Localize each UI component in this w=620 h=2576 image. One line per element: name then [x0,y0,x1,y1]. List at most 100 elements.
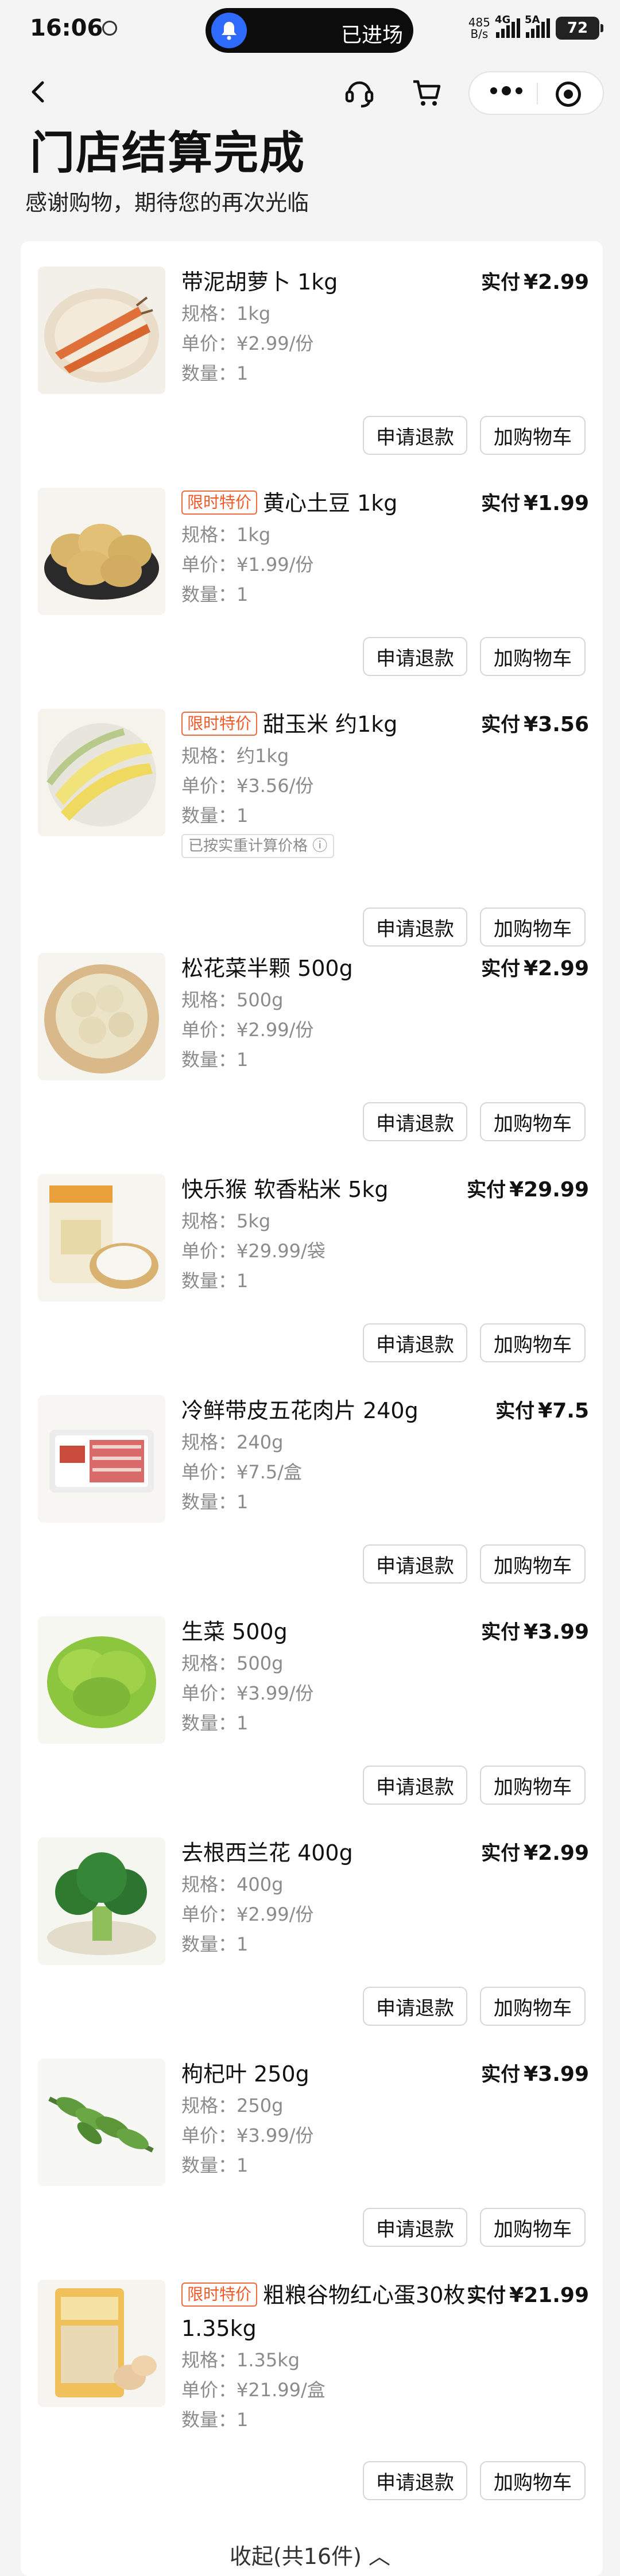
paid-price: 实付 ¥3.99 [481,1620,589,1644]
paid-price: 实付 ¥29.99 [467,1178,589,1202]
product-name: 去根西兰花 400g [181,1840,353,1866]
product-name: 枸杞叶 250g [181,2061,309,2087]
signal-5a-icon: 5A [525,14,550,38]
product-image-eggs[interactable] [38,2280,165,2407]
product-spec: 规格：500g [181,1652,284,1674]
refund-button[interactable]: 申请退款 [363,1323,467,1362]
product-quantity: 数量：1 [181,584,249,605]
refund-button[interactable]: 申请退款 [363,416,467,455]
product-unit-price: 单价：¥2.99/份 [181,333,314,354]
product-image-pork[interactable] [38,1395,165,1523]
customer-service-icon[interactable] [342,76,377,110]
add-to-cart-button[interactable]: 加购物车 [480,1544,586,1584]
product-spec: 规格：1kg [181,303,271,325]
promo-tag: 限时特价 [181,490,258,515]
product-unit-price: 单价：¥3.99/份 [181,1682,314,1704]
add-to-cart-button[interactable]: 加购物车 [480,1987,586,2026]
status-bar: 16:06 已进场 485 B/s 4G 5A 72 [0,0,620,57]
product-quantity: 数量：1 [181,1049,249,1071]
cart-icon[interactable] [410,76,444,110]
product-image-corn[interactable] [38,709,165,836]
order-item-list: 带泥胡萝卜 1kg 实付 ¥2.99 规格：1kg 单价：¥2.99/份 数量：1… [21,241,603,2576]
product-spec: 规格：1kg [181,524,271,546]
product-image-lettuce[interactable] [38,1616,165,1744]
status-time: 16:06 [30,15,103,41]
paid-price: 实付 ¥2.99 [481,1841,589,1865]
refund-button[interactable]: 申请退款 [363,1544,467,1584]
product-name: 生菜 500g [181,1619,288,1644]
bell-icon [211,13,247,48]
add-to-cart-button[interactable]: 加购物车 [480,1323,586,1362]
product-spec: 规格：240g [181,1431,284,1453]
product-quantity: 数量：1 [181,1491,249,1513]
product-quantity: 数量：1 [181,1712,249,1734]
back-arrow-icon[interactable] [25,78,53,106]
product-name: 带泥胡萝卜 1kg [181,269,338,295]
product-spec: 规格：1.35kg [181,2349,300,2371]
info-icon: ⓘ [312,837,328,855]
refund-button[interactable]: 申请退款 [363,2208,467,2247]
product-name: 限时特价 甜玉米 约1kg [181,708,491,741]
product-unit-price: 单价：¥2.99/份 [181,1903,314,1925]
product-image-greens[interactable] [38,2059,165,2186]
more-icon[interactable] [490,86,522,95]
product-spec: 规格：5kg [181,1210,271,1232]
chevron-up-icon: ︿ [369,2544,391,2569]
add-to-cart-button[interactable]: 加购物车 [480,637,586,676]
product-image-potato[interactable] [38,488,165,615]
product-spec: 规格：500g [181,989,284,1011]
refund-button[interactable]: 申请退款 [363,637,467,676]
dynamic-island[interactable]: 已进场 [206,8,413,53]
paid-price: 实付 ¥3.99 [481,2063,589,2086]
page-title: 门店结算完成 [30,128,306,179]
refund-button[interactable]: 申请退款 [363,907,467,947]
product-quantity: 数量：1 [181,1270,249,1292]
island-text: 已进场 [340,24,403,47]
refund-button[interactable]: 申请退款 [363,1766,467,1805]
product-spec: 规格：250g [181,2095,284,2117]
promo-tag: 限时特价 [181,2282,258,2307]
refund-button[interactable]: 申请退款 [363,1987,467,2026]
product-spec: 规格：400g [181,1874,284,1895]
location-icon [102,21,117,36]
product-quantity: 数量：1 [181,805,249,827]
product-unit-price: 单价：¥7.5/盒 [181,1461,303,1483]
product-quantity: 数量：1 [181,2154,249,2176]
product-unit-price: 单价：¥1.99/份 [181,554,314,576]
product-name: 快乐猴 软香粘米 5kg [181,1177,389,1202]
product-name: 松花菜半颗 500g [181,956,353,981]
paid-price: 实付 ¥1.99 [481,492,589,515]
battery-icon: 72 [556,17,603,40]
add-to-cart-button[interactable]: 加购物车 [480,1102,586,1141]
add-to-cart-button[interactable]: 加购物车 [480,2208,586,2247]
signal-4g-icon: 4G [495,14,520,38]
product-name: 限时特价 黄心土豆 1kg [181,486,491,520]
product-unit-price: 单价：¥3.99/份 [181,2125,314,2146]
paid-price: 实付 ¥7.5 [495,1399,589,1423]
product-spec: 规格：约1kg [181,745,289,767]
paid-price: 实付 ¥2.99 [481,271,589,294]
refund-button[interactable]: 申请退款 [363,2461,467,2500]
status-indicators: 485 B/s 4G 5A 72 [468,14,603,43]
product-image-rice[interactable] [38,1174,165,1301]
weight-price-note: 已按实重计算价格 ⓘ [181,834,335,858]
product-quantity: 数量：1 [181,2409,249,2431]
mini-program-capsule [468,71,604,115]
nav-bar [0,63,620,121]
product-unit-price: 单价：¥2.99/份 [181,1019,314,1041]
product-quantity: 数量：1 [181,1933,249,1955]
product-image-cauliflower[interactable] [38,953,165,1080]
add-to-cart-button[interactable]: 加购物车 [480,2461,586,2500]
product-image-carrot[interactable] [38,267,165,394]
refund-button[interactable]: 申请退款 [363,1102,467,1141]
product-name: 限时特价 粗粮谷物红心蛋30枚 1.35kg [181,2282,466,2341]
collapse-toggle[interactable]: 收起(共16件) ︿ [0,2539,620,2570]
close-target-icon[interactable] [556,82,581,107]
paid-price: 实付 ¥2.99 [481,957,589,980]
add-to-cart-button[interactable]: 加购物车 [480,1766,586,1805]
add-to-cart-button[interactable]: 加购物车 [480,907,586,947]
add-to-cart-button[interactable]: 加购物车 [480,416,586,455]
paid-price: 实付 ¥3.56 [481,713,589,736]
product-image-broccoli[interactable] [38,1837,165,1965]
product-name: 冷鲜带皮五花肉片 240g [181,1398,418,1423]
